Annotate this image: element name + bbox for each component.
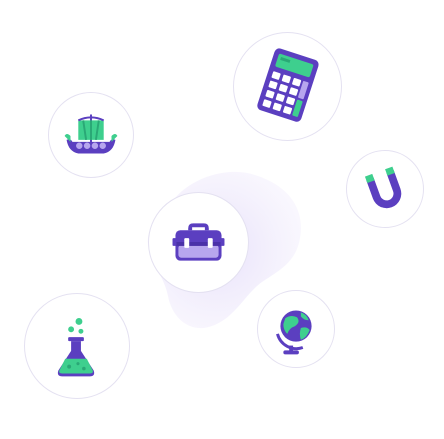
globe-icon bbox=[276, 310, 312, 355]
ship-bubble bbox=[48, 92, 134, 178]
calculator-bubble bbox=[233, 32, 342, 141]
magnet-icon bbox=[364, 166, 402, 209]
viking-ship-icon bbox=[64, 114, 118, 154]
calculator-icon bbox=[257, 48, 319, 122]
illustration-stage bbox=[0, 0, 444, 439]
flask-icon bbox=[57, 318, 95, 377]
briefcase-bubble bbox=[148, 192, 249, 293]
globe-bubble bbox=[257, 290, 335, 368]
briefcase-icon bbox=[172, 223, 225, 261]
flask-bubble bbox=[24, 293, 130, 399]
magnet-bubble bbox=[346, 150, 424, 228]
